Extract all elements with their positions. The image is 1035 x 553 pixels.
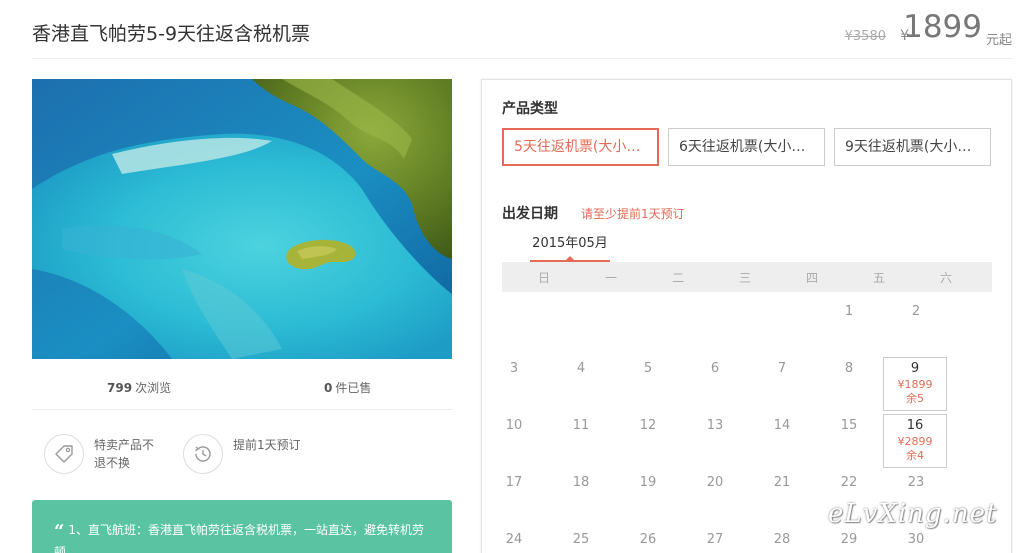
original-price: ¥3580: [844, 29, 886, 44]
product-option-6day[interactable]: 6天往返机票(大小同价): [668, 128, 825, 166]
feature-text: 提前1天预订: [233, 438, 301, 452]
booking-hint: 请至少提前1天预订: [581, 207, 685, 221]
calendar-day: 11: [572, 418, 590, 433]
product-header: 香港直飞帕劳5-9天往返含税机票 ¥3580 ¥ 1899 元起: [32, 0, 1012, 59]
weekday-label: 一: [604, 271, 617, 285]
weekday-label: 日: [537, 271, 550, 285]
day-stock: 余4: [906, 449, 924, 462]
price-unit: 元起: [985, 33, 1012, 48]
sold-stat: 0 件已售: [324, 379, 371, 396]
tag-icon: [44, 434, 84, 474]
calendar-day: 30: [907, 532, 925, 547]
product-title: 香港直飞帕劳5-9天往返含税机票: [32, 23, 311, 45]
calendar-day: 1: [844, 304, 854, 319]
calendar-day: 17: [505, 475, 523, 490]
product-type-label: 产品类型: [502, 101, 558, 117]
product-photo[interactable]: [32, 79, 452, 359]
day-stock: 余5: [906, 392, 924, 405]
calendar-day: 26: [639, 532, 657, 547]
day-price: ¥1899: [897, 378, 933, 391]
history-clock-icon: [183, 434, 223, 474]
product-option-9day[interactable]: 9天往返机票(大小同价): [834, 128, 991, 166]
sold-label: 件已售: [335, 381, 372, 395]
views-label: 次浏览: [135, 381, 172, 395]
weekday-label: 五: [872, 271, 885, 285]
calendar-day-available[interactable]: 16 ¥2899 余4: [883, 414, 947, 468]
price-box: ¥3580 ¥ 1899 元起: [832, 12, 1012, 52]
weekday-label: 四: [805, 271, 818, 285]
month-label: 2015年05月: [532, 236, 608, 251]
aerial-lagoon-image: [32, 79, 452, 359]
day-price: ¥2899: [897, 435, 933, 448]
calendar-day: 4: [576, 361, 586, 376]
caret-up-icon: [566, 256, 574, 260]
weekday-label: 三: [738, 271, 751, 285]
departure-date-label: 出发日期: [502, 206, 558, 222]
calendar-day: 18: [572, 475, 590, 490]
sold-count: 0: [324, 381, 333, 395]
calendar-day: 13: [706, 418, 724, 433]
calendar-day: 25: [572, 532, 590, 547]
calendar-day: 23: [907, 475, 925, 490]
calendar-day: 28: [773, 532, 791, 547]
views-count: 799: [107, 381, 133, 395]
calendar-day: 27: [706, 532, 724, 547]
highlights-box: “1、直飞航班：香港直飞帕劳往返含税机票，一站直达，避免转机劳顿: [32, 500, 452, 553]
product-option-5day[interactable]: 5天往返机票(大小同价): [502, 128, 659, 166]
highlight-text: 1、直飞航班：香港直飞帕劳往返含税机票，一站直达，避免转机劳顿: [54, 523, 424, 553]
calendar-day: 7: [777, 361, 787, 376]
calendar-day: 29: [840, 532, 858, 547]
product-stats: 799 次浏览 0 件已售: [32, 370, 452, 410]
calendar-day: 10: [505, 418, 523, 433]
calendar-day: 19: [639, 475, 657, 490]
calendar-day: 12: [639, 418, 657, 433]
calendar-day: 21: [773, 475, 791, 490]
calendar-day-available[interactable]: 9 ¥1899 余5: [883, 357, 947, 411]
feature-text: 特卖产品不退不换: [94, 438, 155, 470]
month-tab[interactable]: 2015年05月: [530, 234, 610, 262]
quote-icon: “: [54, 521, 65, 542]
calendar-day: 6: [710, 361, 720, 376]
current-price: 1899: [903, 9, 982, 45]
calendar-day: 22: [840, 475, 858, 490]
booking-panel: 产品类型 5天往返机票(大小同价) 6天往返机票(大小同价) 9天往返机票(大小…: [481, 79, 1012, 553]
calendar-day: 3: [509, 361, 519, 376]
day-number: 16: [906, 418, 924, 433]
calendar-day: 15: [840, 418, 858, 433]
day-number: 9: [910, 361, 920, 376]
weekday-label: 二: [671, 271, 684, 285]
calendar-day: 5: [643, 361, 653, 376]
calendar-day: 14: [773, 418, 791, 433]
calendar-day: 20: [706, 475, 724, 490]
calendar-day: 8: [844, 361, 854, 376]
calendar-day: 24: [505, 532, 523, 547]
weekday-label: 六: [939, 271, 952, 285]
calendar-day: 2: [911, 304, 921, 319]
views-stat: 799 次浏览: [107, 379, 171, 396]
watermark: eLvXing.net: [828, 499, 998, 529]
weekday-header: 日 一 二 三 四 五 六: [502, 262, 992, 292]
